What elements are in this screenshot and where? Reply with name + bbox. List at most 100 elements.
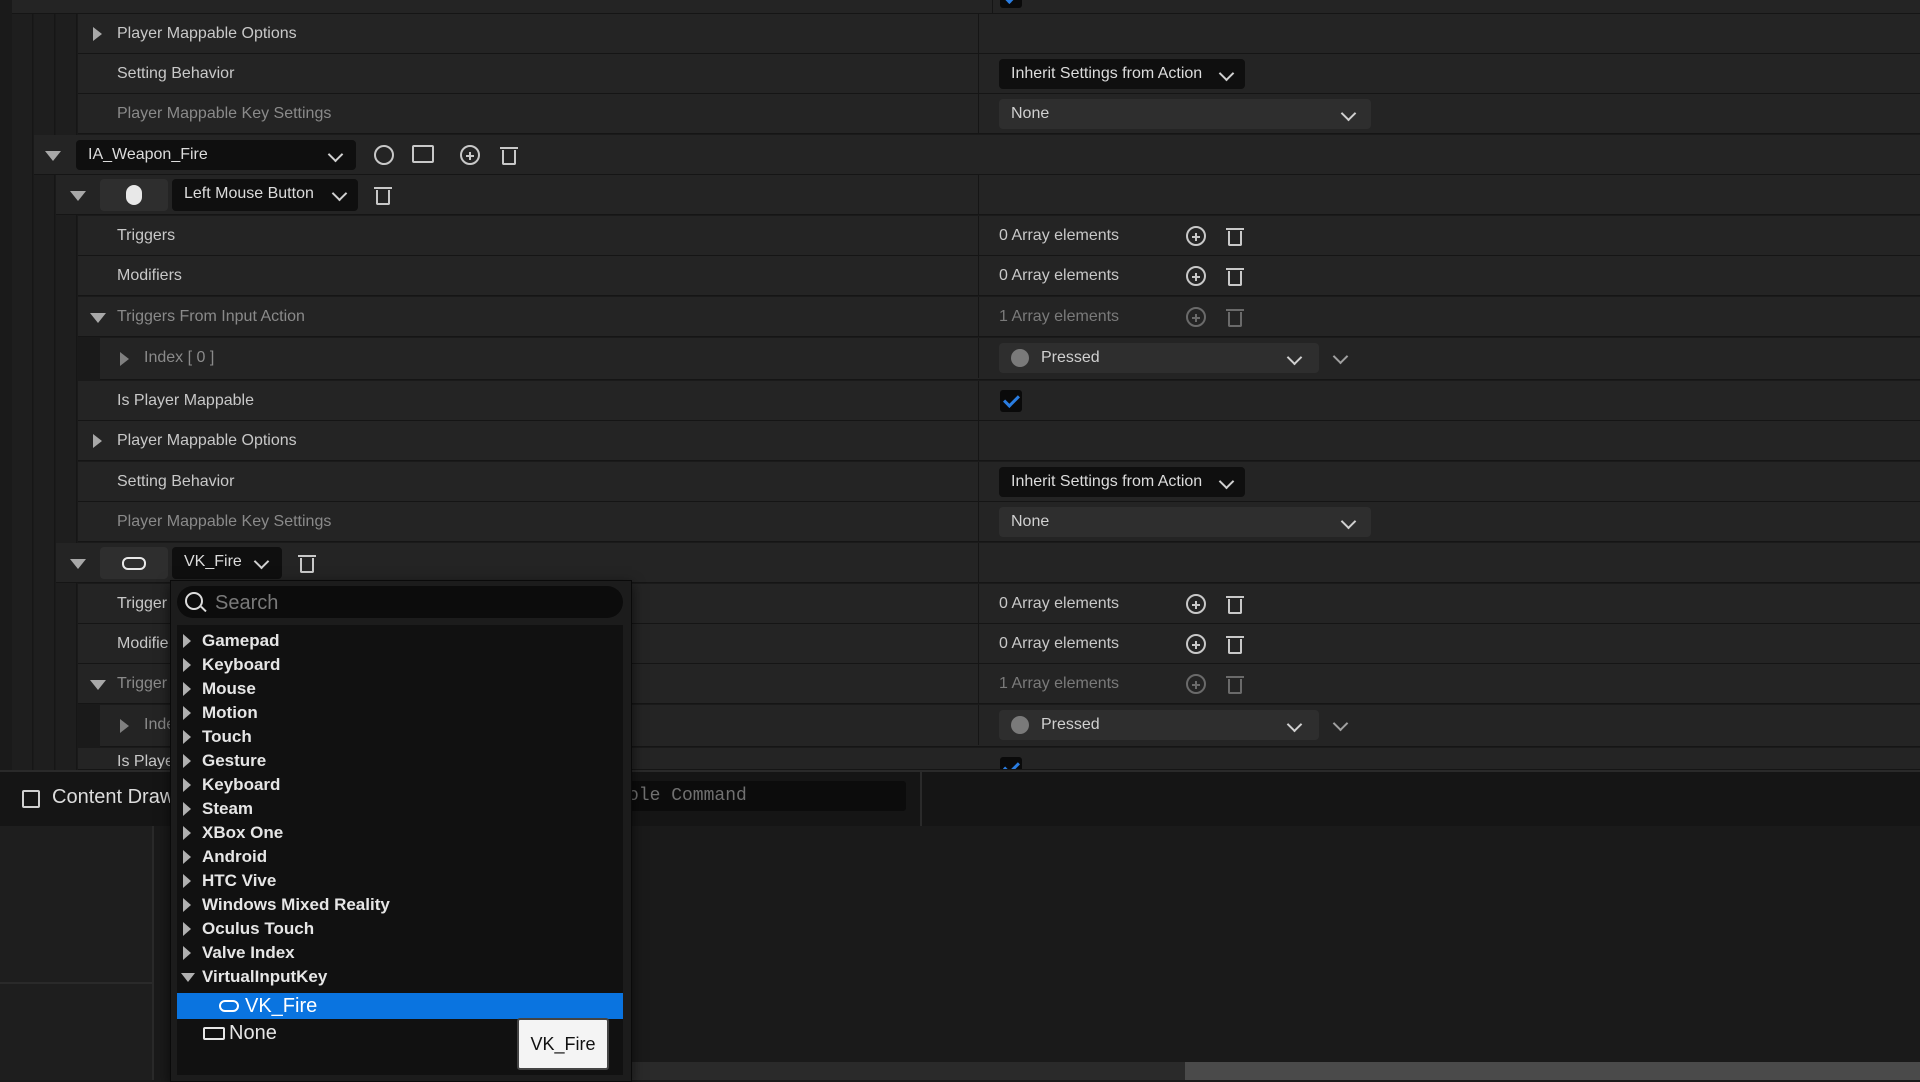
- search-input[interactable]: [213, 586, 617, 620]
- expand-arrow-icon[interactable]: [183, 730, 191, 744]
- row-triggers-from-input-action: Triggers From Input Action 1 Array eleme…: [78, 297, 1920, 337]
- array-count: 1 Array elements: [999, 308, 1120, 325]
- collapse-arrow-icon[interactable]: [45, 151, 61, 161]
- expand-arrow-icon[interactable]: [120, 352, 129, 366]
- collapse-arrow-icon[interactable]: [90, 313, 106, 323]
- chevron-down-icon: [327, 146, 344, 163]
- expand-arrow-icon[interactable]: [183, 946, 191, 960]
- tree-category-keyboard-2[interactable]: Keyboard: [177, 773, 623, 797]
- scrollbar-thumb[interactable]: [1185, 1062, 1920, 1080]
- category-label: Touch: [202, 727, 252, 746]
- expand-arrow-icon[interactable]: [183, 682, 191, 696]
- search-box[interactable]: [177, 586, 623, 620]
- trash-icon[interactable]: [1226, 594, 1244, 614]
- expand-arrow-icon[interactable]: [183, 634, 191, 648]
- trigger-dropdown[interactable]: Pressed: [999, 710, 1319, 740]
- content-drawer-icon: [22, 790, 40, 808]
- trash-icon[interactable]: [1226, 266, 1244, 286]
- input-action-dropdown[interactable]: IA_Weapon_Fire: [76, 140, 356, 170]
- trash-icon[interactable]: [500, 145, 518, 165]
- category-label: Oculus Touch: [202, 919, 315, 938]
- trash-icon[interactable]: [1226, 634, 1244, 654]
- trash-icon[interactable]: [1226, 226, 1244, 246]
- key-dropdown[interactable]: Left Mouse Button: [172, 179, 358, 211]
- key-selector-button[interactable]: [100, 179, 168, 211]
- expand-arrow-icon[interactable]: [93, 434, 102, 448]
- tree-category-android[interactable]: Android: [177, 845, 623, 869]
- category-label: Valve Index: [202, 943, 295, 962]
- expand-arrow-icon[interactable]: [183, 826, 191, 840]
- chevron-down-icon: [1340, 105, 1357, 122]
- tree-category-mouse[interactable]: Mouse: [177, 677, 623, 701]
- expand-arrow-icon[interactable]: [183, 802, 191, 816]
- trigger-type-icon: [1011, 716, 1029, 734]
- row-index-0: Index [ 0 ] Pressed: [100, 338, 1920, 380]
- expand-arrow-icon[interactable]: [183, 658, 191, 672]
- is-player-mappable-checkbox[interactable]: [1000, 390, 1022, 412]
- tree-category-steam[interactable]: Steam: [177, 797, 623, 821]
- expand-arrow-icon[interactable]: [120, 719, 129, 733]
- key-dropdown[interactable]: VK_Fire: [172, 547, 282, 579]
- trigger-dropdown[interactable]: Pressed: [999, 343, 1319, 373]
- add-icon[interactable]: [1186, 226, 1206, 246]
- collapse-arrow-icon[interactable]: [90, 680, 106, 690]
- collapse-arrow-icon[interactable]: [70, 191, 86, 201]
- tree-category-xbox-one[interactable]: XBox One: [177, 821, 623, 845]
- row-mapping-mouse: Left Mouse Button: [56, 175, 1920, 215]
- tree-category-htc-vive[interactable]: HTC Vive: [177, 869, 623, 893]
- row-label: Modifie: [117, 635, 169, 652]
- chevron-down-icon: [1340, 513, 1357, 530]
- add-icon[interactable]: [460, 145, 480, 165]
- expand-arrow-icon[interactable]: [183, 898, 191, 912]
- expand-arrow-icon[interactable]: [183, 706, 191, 720]
- chevron-down-icon: [1218, 65, 1235, 82]
- trash-icon[interactable]: [298, 553, 316, 573]
- browse-folder-icon[interactable]: [412, 145, 434, 163]
- checkbox[interactable]: [1000, 0, 1022, 8]
- row-label: Triggers: [117, 227, 176, 244]
- add-icon: [1186, 307, 1206, 327]
- expand-arrow-icon[interactable]: [183, 922, 191, 936]
- add-icon[interactable]: [1186, 594, 1206, 614]
- collapse-arrow-icon[interactable]: [70, 559, 86, 569]
- tree-category-keyboard[interactable]: Keyboard: [177, 653, 623, 677]
- back-arrow-icon[interactable]: [374, 145, 394, 165]
- add-icon[interactable]: [1186, 634, 1206, 654]
- dropdown-value: Left Mouse Button: [184, 185, 314, 202]
- array-count: 0 Array elements: [999, 267, 1120, 284]
- add-icon[interactable]: [1186, 266, 1206, 286]
- expand-arrow-icon[interactable]: [183, 850, 191, 864]
- setting-behavior-dropdown[interactable]: Inherit Settings from Action: [999, 467, 1245, 497]
- tree-item-vk-fire[interactable]: VK_Fire: [177, 993, 623, 1019]
- expand-arrow-icon[interactable]: [183, 778, 191, 792]
- collapse-arrow-icon[interactable]: [181, 973, 195, 982]
- tree-category-gamepad[interactable]: Gamepad: [177, 629, 623, 653]
- array-count: 0 Array elements: [999, 595, 1120, 612]
- expand-arrow-icon[interactable]: [93, 27, 102, 41]
- key-settings-dropdown[interactable]: None: [999, 507, 1371, 537]
- dropdown-value: None: [1011, 105, 1050, 122]
- setting-behavior-dropdown[interactable]: Inherit Settings from Action: [999, 59, 1245, 89]
- chevron-down-icon[interactable]: [1332, 715, 1349, 732]
- expand-arrow-icon[interactable]: [183, 754, 191, 768]
- content-drawer-button[interactable]: Content Draw: [52, 786, 174, 809]
- console-command-input[interactable]: ole Command: [620, 781, 906, 811]
- key-settings-dropdown[interactable]: None: [999, 99, 1371, 129]
- row-player-mappable-options[interactable]: Player Mappable Options: [78, 421, 1920, 461]
- tree-category-virtualinputkey[interactable]: VirtualInputKey: [177, 965, 623, 989]
- row-player-mappable-options[interactable]: Player Mappable Options: [78, 14, 1920, 54]
- gamepad-icon: [122, 557, 146, 570]
- tree-category-valve-index[interactable]: Valve Index: [177, 941, 623, 965]
- expand-arrow-icon[interactable]: [183, 874, 191, 888]
- tree-category-gesture[interactable]: Gesture: [177, 749, 623, 773]
- tree-category-oculus-touch[interactable]: Oculus Touch: [177, 917, 623, 941]
- key-selector-button[interactable]: [100, 547, 168, 579]
- lower-left-panel: [0, 826, 154, 1080]
- tree-category-touch[interactable]: Touch: [177, 725, 623, 749]
- tree-category-windows-mixed-reality[interactable]: Windows Mixed Reality: [177, 893, 623, 917]
- tree-category-motion[interactable]: Motion: [177, 701, 623, 725]
- chevron-down-icon[interactable]: [1332, 348, 1349, 365]
- row-label: Modifiers: [117, 267, 182, 284]
- checkbox[interactable]: [1000, 757, 1022, 769]
- trash-icon[interactable]: [374, 185, 392, 205]
